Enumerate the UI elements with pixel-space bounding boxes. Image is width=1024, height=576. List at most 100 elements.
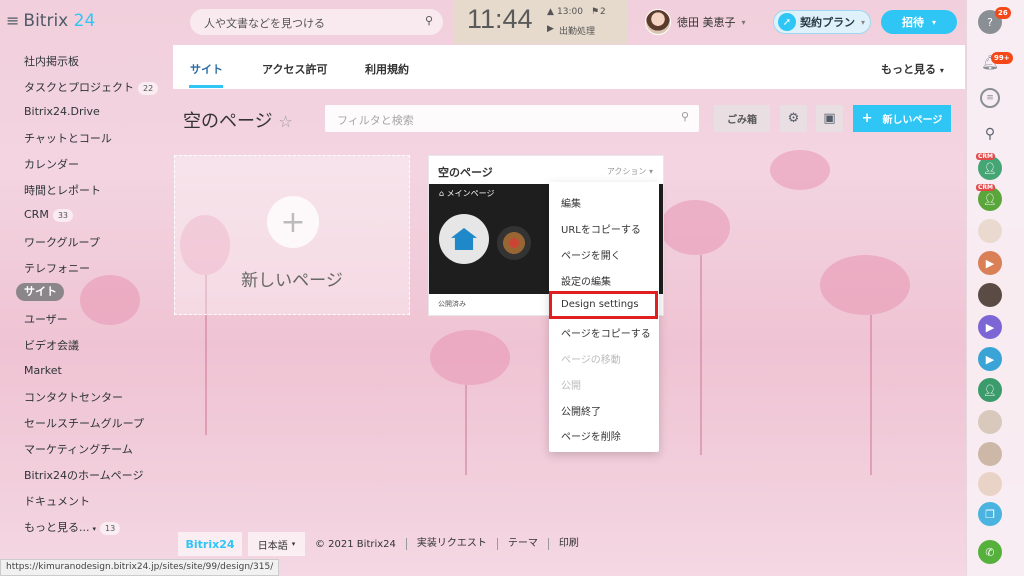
footer-link-theme[interactable]: テーマ — [496, 538, 548, 550]
tab-terms[interactable]: 利用規約 — [365, 61, 409, 77]
clock-widget[interactable]: 11:44 ▲ 13:00 ⚑ 2 ▶ 出勤処理 — [453, 0, 627, 44]
sidebar-item-label: サイト — [24, 285, 57, 298]
sidebar-item-chat[interactable]: チャットとコール — [24, 130, 112, 146]
menu-item-edit-settings[interactable]: 設定の編集 — [561, 273, 611, 288]
star-icon[interactable]: ☆ — [278, 112, 292, 131]
filter-input[interactable]: フィルタと検索 ⚲ — [325, 105, 699, 132]
sidebar-item-market[interactable]: Market — [24, 364, 62, 377]
user-avatar[interactable] — [978, 219, 1002, 243]
sidebar-item-workgroups[interactable]: ワークグループ — [24, 234, 100, 250]
user-menu[interactable]: 徳田 美恵子 ▾ — [645, 8, 746, 36]
settings-button[interactable]: ⚙ — [780, 105, 807, 132]
menu-item-unpublish[interactable]: 公開終了 — [561, 403, 601, 418]
clock-flags: 2 — [600, 7, 606, 17]
menu-item-open-page[interactable]: ページを開く — [561, 247, 621, 262]
logo[interactable]: ≡ Bitrix 24 — [6, 11, 95, 31]
new-page-tile[interactable]: + 新しいページ — [174, 155, 410, 315]
user-name: 徳田 美恵子 — [677, 16, 736, 29]
chat-icon[interactable]: ≡ — [980, 88, 1000, 108]
chevron-down-icon: ▾ — [92, 525, 97, 533]
sidebar-item-telephony[interactable]: テレフォニー — [24, 260, 90, 276]
menu-item-edit[interactable]: 編集 — [561, 195, 581, 210]
menu-item-copy-url[interactable]: URLをコピーする — [561, 221, 641, 236]
plus-icon: + — [861, 111, 873, 126]
sidebar-item-users[interactable]: ユーザー — [24, 311, 68, 327]
sidebar-item-label: Bitrix24.Drive — [24, 105, 100, 118]
invite-button[interactable]: 招待 ▾ — [881, 10, 957, 34]
sidebar-item-label: Market — [24, 364, 62, 377]
plan-button[interactable]: ➚ 契約プラン ▾ — [773, 10, 871, 34]
flag-icon: ⚑ — [591, 7, 600, 17]
menu-icon[interactable]: ≡ — [6, 11, 19, 30]
sidebar-item-time-reports[interactable]: 時間とレポート — [24, 182, 101, 198]
preview-label: メインページ — [446, 189, 495, 198]
menu-item-copy-page[interactable]: ページをコピーする — [561, 325, 651, 340]
video-call-icon[interactable]: ▶ — [978, 315, 1002, 339]
sidebar-item-video[interactable]: ビデオ会議 — [24, 337, 79, 353]
user-avatar[interactable] — [978, 283, 1002, 307]
footer-logo[interactable]: Bitrix24 — [178, 532, 242, 556]
context-menu: 編集 URLをコピーする ページを開く 設定の編集 Design setting… — [549, 182, 659, 452]
tab-more[interactable]: もっと見る ▾ — [881, 61, 944, 77]
sidebar-item-more[interactable]: もっと見る... ▾ 13 — [24, 519, 121, 535]
help-badge: 26 — [995, 7, 1011, 19]
video-call-icon[interactable]: ▶ — [978, 251, 1002, 275]
sidebar-item-label: CRM — [24, 208, 49, 221]
sidebar-item-drive[interactable]: Bitrix24.Drive — [24, 105, 100, 118]
menu-item-delete-page[interactable]: ページを削除 — [561, 428, 621, 443]
bg-flamingo-leg — [870, 315, 872, 475]
contact-avatar[interactable]: 👤︎ — [978, 378, 1002, 402]
user-avatar[interactable] — [978, 410, 1002, 434]
browser-status-bar: https://kimuranodesign.bitrix24.jp/sites… — [0, 559, 280, 576]
sidebar-item-documents[interactable]: ドキュメント — [24, 493, 90, 509]
chevron-down-icon: ▾ — [861, 17, 866, 27]
menu-item-design-settings[interactable]: Design settings — [561, 299, 639, 310]
sidebar-item-label: 社内掲示板 — [24, 55, 79, 68]
crm-tag: CRM — [976, 184, 995, 191]
top-header: ≡ Bitrix 24 人や文書などを見つける ⚲ 11:44 ▲ 13:00 ⚑… — [0, 0, 966, 44]
clock-time: 11:44 — [467, 4, 533, 34]
new-page-button[interactable]: + 新しいページ — [853, 105, 951, 132]
sidebar-item-label: カレンダー — [24, 158, 79, 171]
invite-label: 招待 — [901, 16, 924, 29]
sidebar-item-sites[interactable]: サイト — [16, 283, 64, 301]
sidebar-item-news[interactable]: 社内掲示板 — [24, 53, 79, 69]
avatar — [645, 9, 671, 35]
actions-button[interactable]: アクション ▾ — [607, 166, 653, 177]
status-url: https://kimuranodesign.bitrix24.jp/sites… — [6, 562, 274, 572]
sidebar-item-calendar[interactable]: カレンダー — [24, 156, 79, 172]
folder-button[interactable]: ▣ — [816, 105, 843, 132]
search-input[interactable]: 人や文書などを見つける ⚲ — [190, 9, 443, 35]
tab-sites[interactable]: サイト — [190, 61, 223, 77]
tab-access[interactable]: アクセス許可 — [262, 61, 327, 77]
trash-button[interactable]: ごみ箱 — [714, 105, 770, 132]
plus-icon: + — [267, 196, 319, 248]
sidebar-item-crm[interactable]: CRM 33 — [24, 208, 74, 222]
video-call-icon[interactable]: ▶ — [978, 347, 1002, 371]
user-avatar[interactable] — [978, 442, 1002, 466]
sidebar-item-label: マーケティングチーム — [24, 443, 133, 456]
clock-status[interactable]: 出勤処理 — [559, 24, 595, 37]
counter-badge: 13 — [100, 522, 121, 535]
copy-icon[interactable]: ❐ — [978, 502, 1002, 526]
sidebar-item-contact-center[interactable]: コンタクトセンター — [24, 389, 123, 405]
sidebar-item-sales-team[interactable]: セールスチームグループ — [24, 415, 144, 431]
bg-flamingo — [660, 200, 730, 255]
footer-link-print[interactable]: 印刷 — [547, 538, 589, 550]
tab-bar: サイト アクセス許可 利用規約 もっと見る ▾ — [173, 45, 965, 89]
publish-status: 公開済み — [438, 300, 466, 308]
chevron-down-icon: ▾ — [648, 167, 653, 176]
page-tile-title: 空のページ — [438, 166, 493, 179]
user-avatar[interactable] — [978, 472, 1002, 496]
sidebar-item-marketing-team[interactable]: マーケティングチーム — [24, 441, 133, 457]
active-tab-indicator — [189, 85, 223, 88]
language-selector[interactable]: 日本語 ▾ — [248, 532, 305, 556]
search-icon[interactable]: ⚲ — [978, 122, 1002, 146]
sidebar-item-homepage[interactable]: Bitrix24のホームページ — [24, 467, 143, 483]
footer-link-implementation[interactable]: 実装リクエスト — [405, 538, 497, 550]
house-icon — [451, 228, 477, 250]
phone-icon[interactable]: ✆ — [978, 540, 1002, 564]
footer: Bitrix24 日本語 ▾ © 2021 Bitrix24 実装リクエスト テー… — [178, 532, 589, 556]
sidebar-item-tasks[interactable]: タスクとプロジェクト 22 — [24, 79, 159, 95]
sidebar-item-label: ドキュメント — [24, 495, 90, 508]
